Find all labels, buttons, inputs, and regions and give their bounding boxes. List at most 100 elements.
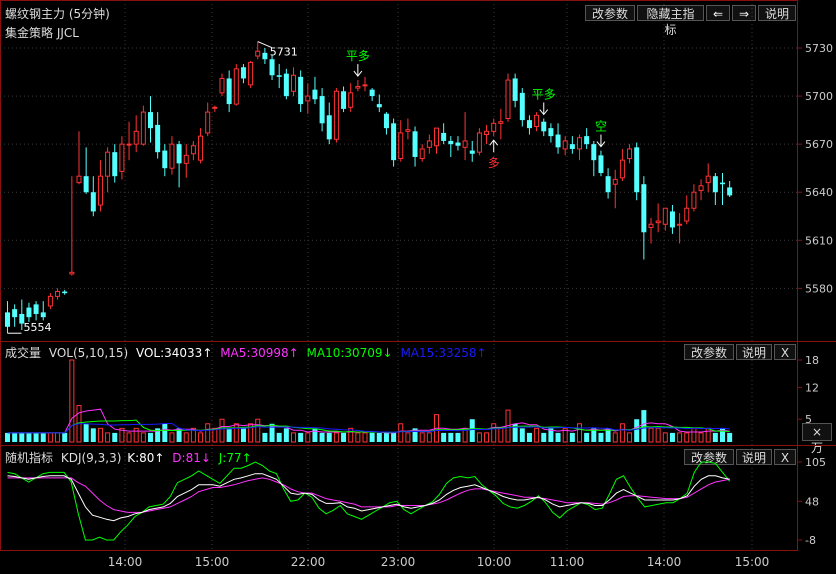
candle-body-up — [534, 114, 540, 128]
candle-body-down — [226, 78, 232, 105]
volume-bar-up — [47, 432, 53, 443]
candle-body-up — [612, 178, 618, 185]
volume-bar-up — [698, 432, 704, 443]
candle-body-up — [76, 175, 82, 184]
candle-body-down — [162, 150, 168, 169]
candle-body-up — [212, 106, 218, 109]
volume-bar-up — [219, 418, 225, 443]
candle-body-up — [183, 154, 189, 164]
volume-bar-down — [469, 419, 475, 442]
candle-body-down — [262, 52, 268, 60]
volume-bar-up — [355, 432, 361, 443]
volume-bar-up — [255, 418, 261, 443]
candle-body-up — [126, 143, 132, 146]
volume-bar-down — [326, 432, 332, 442]
candle-body-up — [405, 129, 411, 132]
volume-bar-up — [140, 432, 146, 443]
candle-body-up — [55, 291, 61, 297]
candle-body-up — [291, 74, 296, 92]
volume-bar-down — [283, 428, 289, 442]
volume-bar-up — [612, 432, 618, 443]
signal-close: 平多 — [532, 88, 556, 116]
candle-body-down — [283, 73, 289, 97]
candle-body-down — [412, 131, 418, 157]
time-tick-label: 15:00 — [195, 555, 230, 569]
candle-body-up — [69, 271, 75, 275]
candle-body-down — [584, 136, 590, 145]
candle-body-down — [155, 124, 161, 153]
candle-body-up — [491, 122, 497, 132]
candle-body-up — [498, 121, 504, 124]
candle-body-up — [333, 90, 339, 140]
kdj-tick-label: 105 — [805, 456, 826, 469]
candle-body-up — [419, 148, 425, 160]
candle-body-down — [712, 176, 718, 193]
candle-body-up — [648, 223, 654, 228]
candle-body-up — [219, 77, 225, 94]
volume-bar-up — [484, 432, 490, 443]
candle-body-down — [720, 182, 725, 185]
signal-label: 空 — [595, 120, 607, 134]
candle-body-up — [205, 111, 211, 134]
volume-bar-down — [148, 432, 153, 442]
candle-body-up — [562, 140, 568, 150]
volume-bar-up — [662, 432, 668, 443]
kdj-tick-label: 48 — [805, 495, 819, 508]
volume-bar-up — [169, 432, 175, 443]
candle-body-down — [605, 176, 611, 193]
volume-bar-up — [133, 427, 139, 443]
candle-body-up — [398, 132, 404, 160]
volume-bar-down — [90, 428, 96, 442]
volume-bar-down — [226, 428, 232, 442]
volume-bar-down — [83, 423, 89, 442]
volume-bar-up — [577, 423, 582, 443]
candle-body-up — [133, 130, 139, 145]
volume-bar-down — [240, 428, 246, 442]
volume-bar-down — [448, 432, 454, 442]
candle-body-up — [362, 84, 368, 87]
signal-long: 多 — [488, 139, 500, 170]
volume-bar-down — [269, 423, 275, 442]
volume-bar-down — [262, 432, 268, 442]
candle-body-down — [391, 123, 397, 161]
candle-body-up — [169, 143, 175, 169]
volume-bar-down — [298, 432, 304, 442]
candle-body-down — [641, 184, 647, 233]
candle-body-down — [448, 140, 454, 145]
candle-body-up — [677, 223, 683, 226]
candle-body-up — [705, 175, 711, 184]
candle-body-up — [348, 92, 354, 108]
volume-bar-up — [491, 423, 497, 443]
volume-bar-down — [276, 432, 282, 442]
candle-body-up — [97, 175, 103, 206]
volume-bar-down — [112, 432, 118, 442]
candle-body-down — [112, 152, 118, 177]
volume-bar-up — [291, 432, 296, 443]
candle-body-up — [426, 140, 432, 148]
candle-body-down — [90, 192, 96, 212]
volume-bar-down — [391, 432, 397, 442]
candle-body-up — [190, 145, 196, 155]
time-tick-label: 10:00 — [477, 555, 512, 569]
volume-bar-up — [419, 432, 425, 443]
volume-bar-down — [519, 428, 525, 442]
candle-body-up — [619, 159, 625, 179]
time-tick-label: 15:00 — [735, 555, 770, 569]
candle-body-down — [541, 121, 547, 132]
volume-bar-up — [198, 432, 204, 443]
candle-body-down — [276, 75, 282, 77]
candle-body-down — [341, 91, 347, 109]
signal-label: 平多 — [532, 88, 556, 102]
signal-close: 平多 — [346, 49, 370, 77]
candle-body-up — [684, 207, 690, 222]
volume-bar-down — [669, 432, 675, 442]
volume-bar-down — [12, 432, 18, 442]
candle-body-down — [83, 176, 89, 193]
volume-bar-down — [598, 432, 604, 442]
price-tick-label: 5580 — [805, 282, 833, 295]
volume-bar-down — [541, 432, 547, 442]
volume-bar-down — [526, 432, 532, 442]
volume-bar-down — [634, 419, 640, 442]
candle-body-down — [33, 304, 39, 314]
candle-body-down — [441, 132, 447, 141]
